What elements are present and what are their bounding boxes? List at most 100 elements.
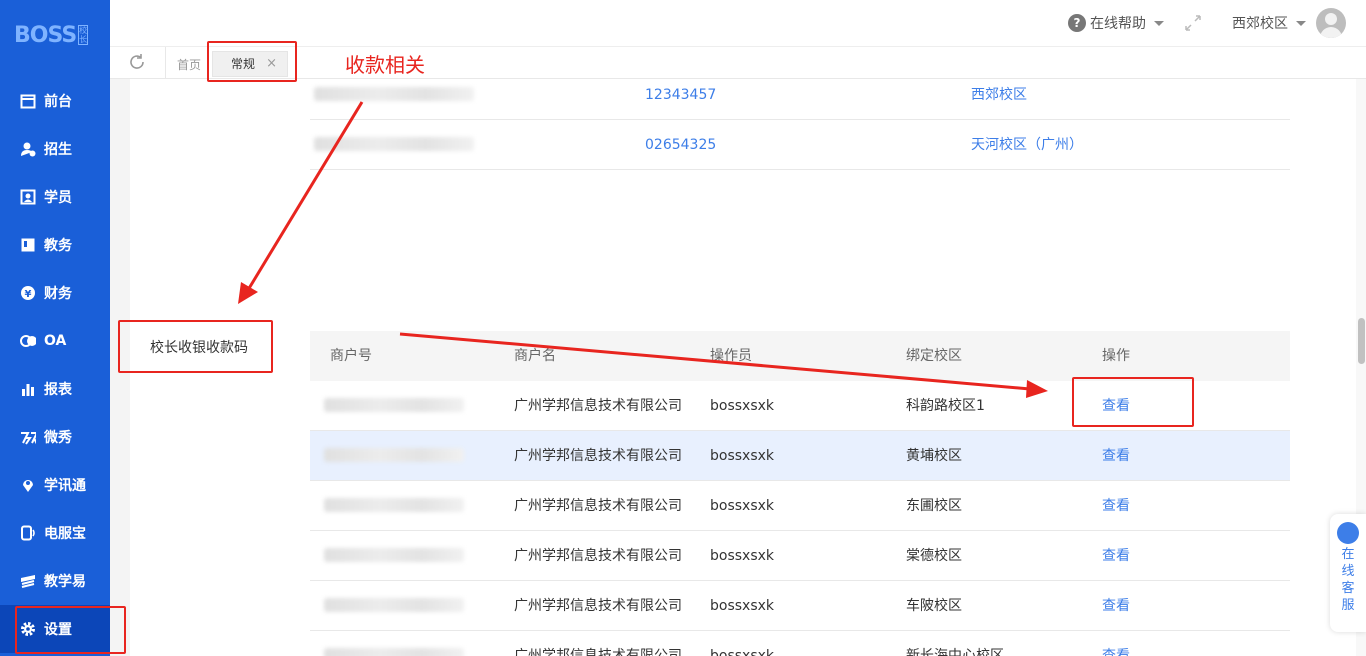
annotation-label: 收款相关	[345, 53, 425, 77]
view-link[interactable]: 查看	[1102, 531, 1130, 581]
view-link[interactable]: 查看	[1102, 381, 1130, 431]
column-header: 商户号	[330, 348, 372, 364]
sidebar-item-label: 招生	[44, 142, 72, 158]
sidebar-item-jiaoxueyi[interactable]: 教学易	[0, 557, 110, 605]
column-header: 操作	[1102, 348, 1130, 364]
redacted-cell	[324, 398, 464, 412]
tab-general[interactable]: 常规 ×	[212, 51, 288, 77]
redacted-cell	[324, 648, 464, 656]
sidebar-item-academic[interactable]: 教务	[0, 221, 110, 269]
bound-campus: 黄埔校区	[906, 448, 962, 464]
table-row: 广州学邦信息技术有限公司 bossxsxk 黄埔校区 查看	[310, 431, 1290, 481]
merchant-name: 广州学邦信息技术有限公司	[514, 548, 682, 564]
close-icon[interactable]: ×	[266, 52, 277, 76]
top-header	[110, 0, 1366, 47]
table-row: 广州学邦信息技术有限公司 bossxsxk 新长海中心校区 查看	[310, 631, 1290, 656]
yuan-icon: ¥	[20, 285, 36, 301]
sidebar-item-label: 财务	[44, 286, 72, 302]
table-row: 12343457 西郊校区	[310, 70, 1290, 120]
campus-link[interactable]: 西郊校区	[971, 70, 1027, 120]
sidebar-item-label: 学员	[44, 190, 72, 206]
sidebar-item-students[interactable]: 学员	[0, 173, 110, 221]
sidebar-item-reports[interactable]: 报表	[0, 365, 110, 413]
operator: bossxsxk	[710, 548, 775, 564]
sidebar-item-label: 教学易	[44, 574, 86, 590]
online-support-label: 在线客服	[1341, 547, 1355, 613]
account-code[interactable]: 02654325	[645, 120, 716, 170]
campus-link[interactable]: 天河校区（广州）	[971, 120, 1083, 170]
bound-campus: 东圃校区	[906, 498, 962, 514]
sidebar-item-weixiu[interactable]: 微秀	[0, 413, 110, 461]
sidebar-item-label: 微秀	[44, 430, 72, 446]
view-link[interactable]: 查看	[1102, 631, 1130, 656]
sidebar-item-settings[interactable]: 设置	[0, 605, 110, 653]
wechat-show-icon	[20, 429, 36, 445]
view-link[interactable]: 查看	[1102, 431, 1130, 481]
operator: bossxsxk	[710, 648, 775, 656]
sidebar-item-label: 电服宝	[44, 526, 86, 542]
tab-general-label: 常规	[231, 57, 256, 71]
sidebar-item-enrollment[interactable]: 招生	[0, 125, 110, 173]
sidebar-item-dianfubao[interactable]: 电服宝	[0, 509, 110, 557]
fullscreen-icon[interactable]	[1184, 14, 1202, 36]
sidebar-item-frontdesk[interactable]: 前台	[0, 77, 110, 125]
campus-label: 西郊校区	[1232, 16, 1288, 32]
chevron-down-icon	[1296, 20, 1306, 26]
logo-text: BOSS	[14, 22, 77, 48]
table-row: 02654325 天河校区（广州）	[310, 120, 1290, 170]
sidebar-item-label: 报表	[44, 382, 72, 398]
bound-campus: 科韵路校区1	[906, 398, 985, 414]
online-support-widget[interactable]: 在线客服	[1330, 514, 1366, 632]
sidebar-item-label: 教务	[44, 238, 72, 254]
svg-text:¥: ¥	[25, 289, 32, 300]
view-link[interactable]: 查看	[1102, 481, 1130, 531]
redacted-cell	[324, 498, 464, 512]
online-help-menu[interactable]: ? 在线帮助	[1068, 13, 1164, 33]
merchant-name: 广州学邦信息技术有限公司	[514, 448, 682, 464]
table-header: 商户号 商户名 操作员 绑定校区 操作	[310, 331, 1290, 381]
bound-campus: 棠德校区	[906, 548, 962, 564]
operator: bossxsxk	[710, 398, 775, 414]
bound-campus: 新长海中心校区	[906, 648, 1004, 656]
location-pin-icon	[20, 477, 36, 493]
phone-service-icon	[20, 525, 36, 541]
book-icon	[20, 237, 36, 253]
column-header: 操作员	[710, 348, 752, 364]
scrollbar-thumb[interactable]	[1358, 318, 1365, 364]
refresh-icon[interactable]	[128, 53, 146, 76]
merchant-name: 广州学邦信息技术有限公司	[514, 598, 682, 614]
account-code[interactable]: 12343457	[645, 70, 716, 120]
sidebar: BOSS 校长 前台 招生 学员 教务 ¥ 财务 OA 报表 微秀 学讯通 电服…	[0, 0, 110, 656]
gear-icon	[20, 621, 36, 637]
table-row: 广州学邦信息技术有限公司 bossxsxk 科韵路校区1 查看	[310, 381, 1290, 431]
sidebar-item-finance[interactable]: ¥ 财务	[0, 269, 110, 317]
logo-sub: 校长	[78, 25, 89, 45]
avatar[interactable]	[1316, 8, 1346, 38]
bound-campus: 车陂校区	[906, 598, 962, 614]
column-header: 绑定校区	[906, 348, 962, 364]
redacted-cell	[324, 598, 464, 612]
table-row: 广州学邦信息技术有限公司 bossxsxk 东圃校区 查看	[310, 481, 1290, 531]
calendar-icon	[20, 93, 36, 109]
merchant-name: 广州学邦信息技术有限公司	[514, 648, 682, 656]
sidebar-item-oa[interactable]: OA	[0, 317, 110, 365]
view-link[interactable]: 查看	[1102, 581, 1130, 631]
customer-service-icon	[1337, 522, 1359, 544]
sidebar-item-label: 设置	[44, 622, 72, 638]
student-card-icon	[20, 189, 36, 205]
merchant-name: 广州学邦信息技术有限公司	[514, 398, 682, 414]
column-header: 商户名	[514, 348, 556, 364]
redacted-cell	[314, 137, 474, 151]
bar-chart-icon	[20, 381, 36, 397]
sidebar-item-label: 前台	[44, 94, 72, 110]
logo: BOSS 校长	[0, 0, 110, 70]
add-user-icon	[20, 141, 36, 157]
question-icon: ?	[1068, 14, 1086, 32]
oa-icon	[20, 333, 36, 349]
campus-selector[interactable]: 西郊校区	[1232, 13, 1306, 33]
tab-home[interactable]: 首页	[177, 56, 201, 73]
operator: bossxsxk	[710, 448, 775, 464]
sidebar-item-xuexuntong[interactable]: 学讯通	[0, 461, 110, 509]
redacted-cell	[324, 548, 464, 562]
section-label: 校长收银收款码	[150, 340, 248, 356]
